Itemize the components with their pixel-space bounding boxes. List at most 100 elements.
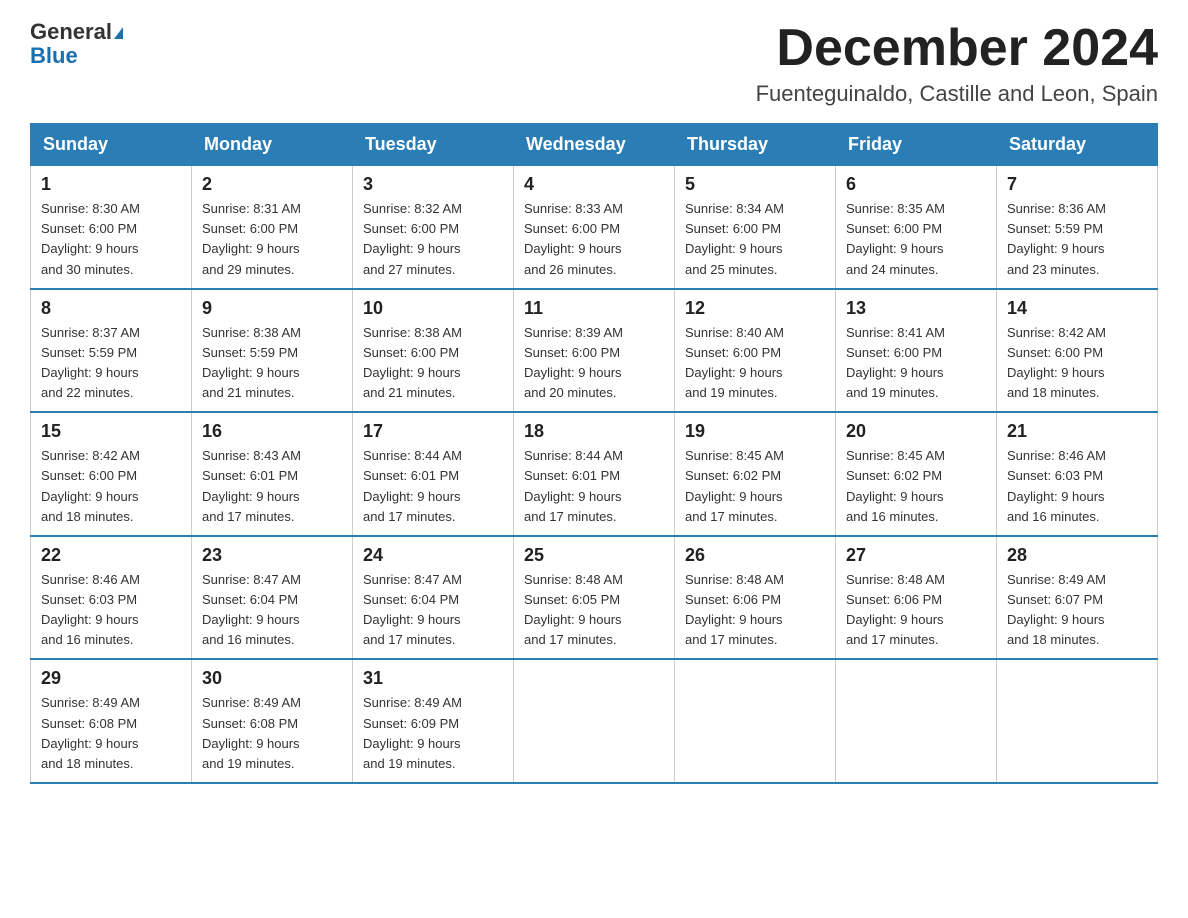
calendar-day-cell: 17 Sunrise: 8:44 AMSunset: 6:01 PMDayligh… [353,412,514,536]
day-number: 13 [846,298,986,319]
day-info: Sunrise: 8:40 AMSunset: 6:00 PMDaylight:… [685,323,825,404]
day-number: 16 [202,421,342,442]
logo: General Blue [30,20,123,68]
day-number: 29 [41,668,181,689]
day-number: 7 [1007,174,1147,195]
day-number: 28 [1007,545,1147,566]
calendar-day-cell [997,659,1158,783]
calendar-week-row: 29 Sunrise: 8:49 AMSunset: 6:08 PMDayligh… [31,659,1158,783]
day-info: Sunrise: 8:30 AMSunset: 6:00 PMDaylight:… [41,199,181,280]
day-number: 5 [685,174,825,195]
day-info: Sunrise: 8:42 AMSunset: 6:00 PMDaylight:… [1007,323,1147,404]
day-info: Sunrise: 8:46 AMSunset: 6:03 PMDaylight:… [41,570,181,651]
calendar-week-row: 8 Sunrise: 8:37 AMSunset: 5:59 PMDaylight… [31,289,1158,413]
day-info: Sunrise: 8:46 AMSunset: 6:03 PMDaylight:… [1007,446,1147,527]
day-info: Sunrise: 8:35 AMSunset: 6:00 PMDaylight:… [846,199,986,280]
day-info: Sunrise: 8:49 AMSunset: 6:07 PMDaylight:… [1007,570,1147,651]
day-info: Sunrise: 8:42 AMSunset: 6:00 PMDaylight:… [41,446,181,527]
day-number: 21 [1007,421,1147,442]
calendar-day-cell: 25 Sunrise: 8:48 AMSunset: 6:05 PMDayligh… [514,536,675,660]
calendar-day-cell: 11Sunrise: 8:39 AMSunset: 6:00 PMDayligh… [514,289,675,413]
day-number: 27 [846,545,986,566]
day-number: 19 [685,421,825,442]
calendar-day-cell: 23Sunrise: 8:47 AMSunset: 6:04 PMDayligh… [192,536,353,660]
calendar-week-row: 22 Sunrise: 8:46 AMSunset: 6:03 PMDayligh… [31,536,1158,660]
day-info: Sunrise: 8:48 AMSunset: 6:05 PMDaylight:… [524,570,664,651]
calendar-day-cell: 20 Sunrise: 8:45 AMSunset: 6:02 PMDayligh… [836,412,997,536]
day-info: Sunrise: 8:43 AMSunset: 6:01 PMDaylight:… [202,446,342,527]
calendar-day-cell: 15 Sunrise: 8:42 AMSunset: 6:00 PMDayligh… [31,412,192,536]
day-number: 1 [41,174,181,195]
day-info: Sunrise: 8:48 AMSunset: 6:06 PMDaylight:… [685,570,825,651]
day-info: Sunrise: 8:44 AMSunset: 6:01 PMDaylight:… [524,446,664,527]
logo-triangle-icon [114,27,123,39]
calendar-week-row: 1 Sunrise: 8:30 AMSunset: 6:00 PMDaylight… [31,166,1158,289]
day-info: Sunrise: 8:41 AMSunset: 6:00 PMDaylight:… [846,323,986,404]
day-info: Sunrise: 8:45 AMSunset: 6:02 PMDaylight:… [846,446,986,527]
weekday-header-row: SundayMondayTuesdayWednesdayThursdayFrid… [31,124,1158,166]
day-number: 4 [524,174,664,195]
day-number: 14 [1007,298,1147,319]
calendar-day-cell: 18 Sunrise: 8:44 AMSunset: 6:01 PMDayligh… [514,412,675,536]
weekday-header-saturday: Saturday [997,124,1158,166]
location-title: Fuenteguinaldo, Castille and Leon, Spain [756,81,1158,107]
calendar-day-cell: 6 Sunrise: 8:35 AMSunset: 6:00 PMDaylight… [836,166,997,289]
calendar-day-cell: 9 Sunrise: 8:38 AMSunset: 5:59 PMDaylight… [192,289,353,413]
day-number: 17 [363,421,503,442]
day-info: Sunrise: 8:49 AMSunset: 6:08 PMDaylight:… [41,693,181,774]
calendar-day-cell: 8 Sunrise: 8:37 AMSunset: 5:59 PMDaylight… [31,289,192,413]
calendar-day-cell: 4 Sunrise: 8:33 AMSunset: 6:00 PMDaylight… [514,166,675,289]
month-title: December 2024 [756,20,1158,77]
day-number: 31 [363,668,503,689]
title-area: December 2024 Fuenteguinaldo, Castille a… [756,20,1158,107]
day-number: 23 [202,545,342,566]
day-number: 24 [363,545,503,566]
day-info: Sunrise: 8:34 AMSunset: 6:00 PMDaylight:… [685,199,825,280]
day-info: Sunrise: 8:44 AMSunset: 6:01 PMDaylight:… [363,446,503,527]
day-number: 3 [363,174,503,195]
calendar-day-cell [836,659,997,783]
logo-general: General [30,19,112,44]
day-number: 20 [846,421,986,442]
calendar-body: 1 Sunrise: 8:30 AMSunset: 6:00 PMDaylight… [31,166,1158,783]
calendar-day-cell: 22 Sunrise: 8:46 AMSunset: 6:03 PMDayligh… [31,536,192,660]
day-info: Sunrise: 8:32 AMSunset: 6:00 PMDaylight:… [363,199,503,280]
calendar-day-cell: 21 Sunrise: 8:46 AMSunset: 6:03 PMDayligh… [997,412,1158,536]
weekday-header-tuesday: Tuesday [353,124,514,166]
weekday-header-sunday: Sunday [31,124,192,166]
day-info: Sunrise: 8:38 AMSunset: 5:59 PMDaylight:… [202,323,342,404]
day-info: Sunrise: 8:33 AMSunset: 6:00 PMDaylight:… [524,199,664,280]
day-number: 22 [41,545,181,566]
calendar-day-cell: 7Sunrise: 8:36 AMSunset: 5:59 PMDaylight… [997,166,1158,289]
day-number: 15 [41,421,181,442]
calendar-day-cell: 1 Sunrise: 8:30 AMSunset: 6:00 PMDaylight… [31,166,192,289]
calendar-day-cell: 30Sunrise: 8:49 AMSunset: 6:08 PMDayligh… [192,659,353,783]
day-number: 8 [41,298,181,319]
calendar-day-cell: 3 Sunrise: 8:32 AMSunset: 6:00 PMDaylight… [353,166,514,289]
calendar-day-cell: 29 Sunrise: 8:49 AMSunset: 6:08 PMDayligh… [31,659,192,783]
day-info: Sunrise: 8:45 AMSunset: 6:02 PMDaylight:… [685,446,825,527]
calendar-day-cell: 24 Sunrise: 8:47 AMSunset: 6:04 PMDayligh… [353,536,514,660]
calendar-day-cell: 26Sunrise: 8:48 AMSunset: 6:06 PMDayligh… [675,536,836,660]
day-number: 6 [846,174,986,195]
calendar-day-cell: 16 Sunrise: 8:43 AMSunset: 6:01 PMDayligh… [192,412,353,536]
calendar-day-cell [675,659,836,783]
day-info: Sunrise: 8:39 AMSunset: 6:00 PMDaylight:… [524,323,664,404]
day-number: 9 [202,298,342,319]
day-info: Sunrise: 8:49 AMSunset: 6:09 PMDaylight:… [363,693,503,774]
day-info: Sunrise: 8:47 AMSunset: 6:04 PMDaylight:… [363,570,503,651]
day-number: 2 [202,174,342,195]
logo-blue: Blue [30,43,78,68]
calendar-day-cell: 10Sunrise: 8:38 AMSunset: 6:00 PMDayligh… [353,289,514,413]
day-number: 18 [524,421,664,442]
calendar-day-cell: 2 Sunrise: 8:31 AMSunset: 6:00 PMDaylight… [192,166,353,289]
calendar-day-cell [514,659,675,783]
weekday-header-wednesday: Wednesday [514,124,675,166]
calendar-day-cell: 31 Sunrise: 8:49 AMSunset: 6:09 PMDayligh… [353,659,514,783]
day-number: 25 [524,545,664,566]
day-info: Sunrise: 8:37 AMSunset: 5:59 PMDaylight:… [41,323,181,404]
day-info: Sunrise: 8:31 AMSunset: 6:00 PMDaylight:… [202,199,342,280]
calendar-header: SundayMondayTuesdayWednesdayThursdayFrid… [31,124,1158,166]
calendar-day-cell: 12Sunrise: 8:40 AMSunset: 6:00 PMDayligh… [675,289,836,413]
day-info: Sunrise: 8:48 AMSunset: 6:06 PMDaylight:… [846,570,986,651]
